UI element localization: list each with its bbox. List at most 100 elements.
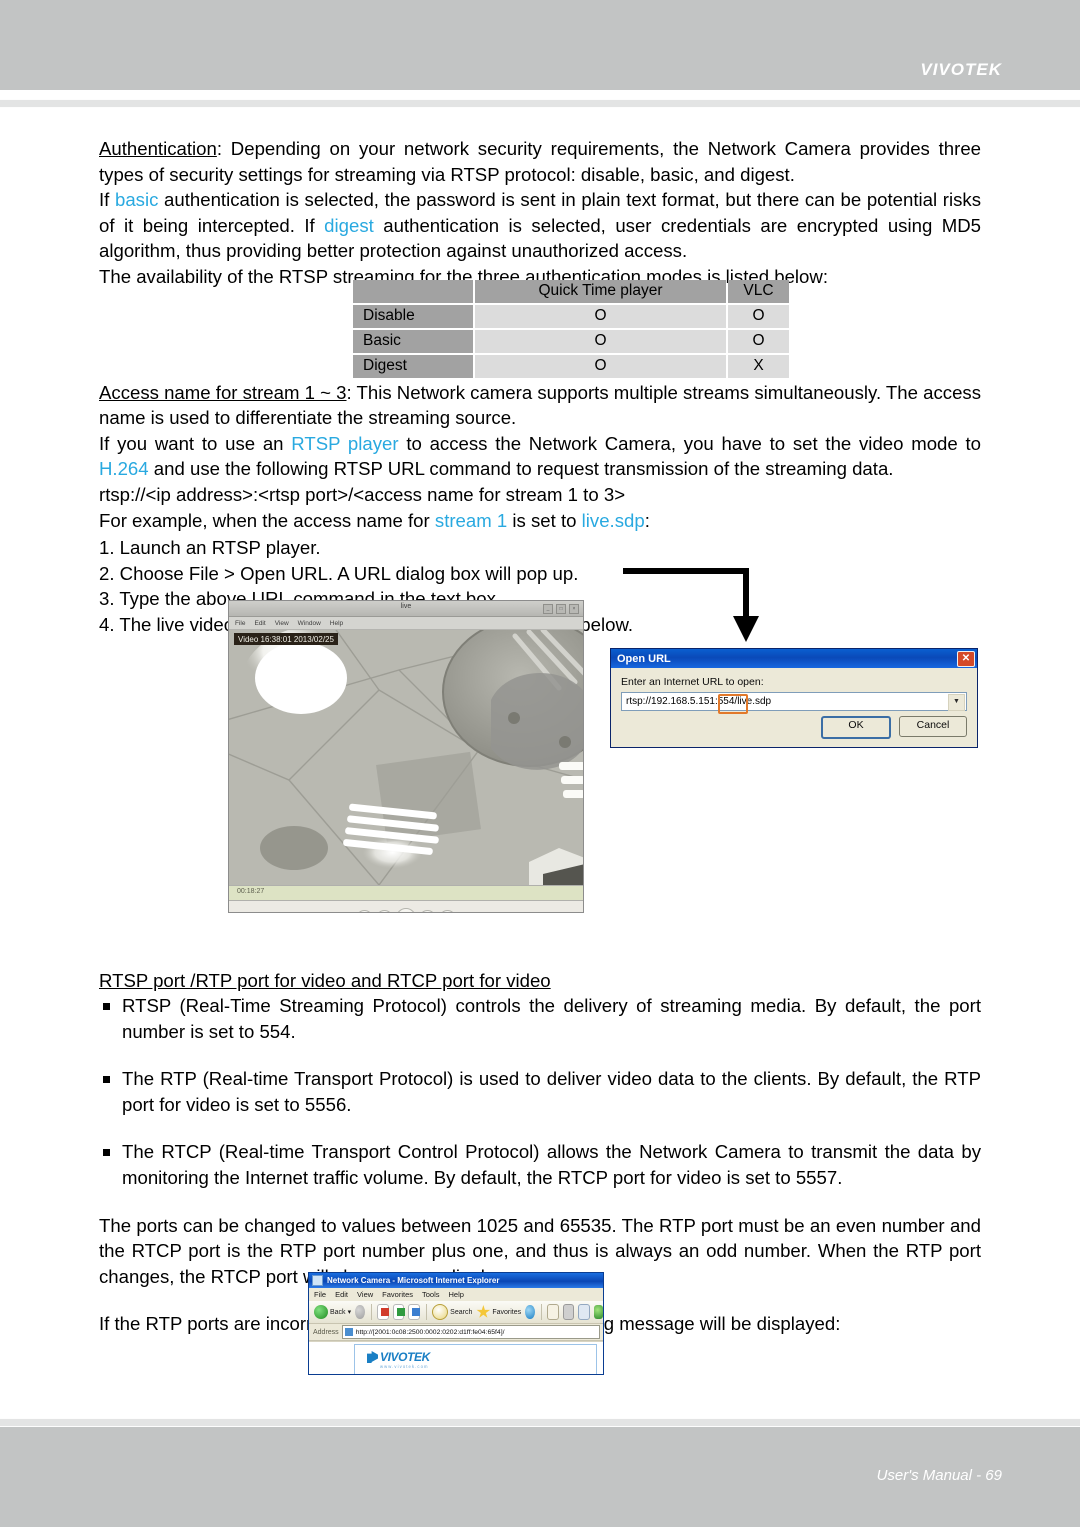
back-button[interactable]: Back ▾ bbox=[314, 1305, 351, 1319]
ie-menu-help[interactable]: Help bbox=[449, 1290, 464, 1299]
vivotek-logo: VIVOTEK www.vivotek.com bbox=[367, 1351, 430, 1369]
print-icon[interactable] bbox=[562, 1304, 575, 1320]
messenger-icon[interactable] bbox=[593, 1305, 603, 1319]
mail-icon[interactable] bbox=[547, 1304, 559, 1320]
cell-digest-quicktime: O bbox=[475, 355, 726, 378]
bullet-rtcp: The RTCP (Real-time Transport Control Pr… bbox=[99, 1139, 981, 1190]
favorites-label: Favorites bbox=[492, 1308, 522, 1316]
close-icon[interactable]: ✕ bbox=[957, 650, 975, 667]
search-label: Search bbox=[450, 1308, 473, 1316]
rtsp-availability-table: Quick Time player VLC Disable O O Basic … bbox=[351, 278, 791, 380]
url-combobox[interactable]: rtsp://192.168.5.151:554/live.sdp ▼ bbox=[621, 692, 967, 711]
access-name-paragraph: Access name for stream 1 ~ 3: This Netwo… bbox=[99, 380, 981, 431]
footer-rule bbox=[0, 1418, 1080, 1427]
example-text-b: is set to bbox=[507, 509, 582, 531]
ie-menu-tools[interactable]: Tools bbox=[422, 1290, 440, 1299]
ie-menu-favorites[interactable]: Favorites bbox=[382, 1290, 413, 1299]
edit-icon[interactable] bbox=[578, 1304, 590, 1320]
qt-scrubber[interactable]: 00:18:27 bbox=[229, 885, 583, 901]
url-input[interactable]: rtsp://192.168.5.151:554/live.sdp bbox=[622, 696, 771, 707]
ie-page-content: VIVOTEK www.vivotek.com bbox=[354, 1344, 597, 1374]
ok-button[interactable]: OK bbox=[821, 716, 891, 739]
toolbar-divider bbox=[540, 1304, 542, 1320]
ie-menu-file[interactable]: File bbox=[314, 1290, 326, 1299]
rewind-icon[interactable]: ◄◄ bbox=[376, 909, 393, 912]
chevron-down-icon[interactable]: ▼ bbox=[948, 694, 965, 711]
ie-menubar: File Edit View Favorites Tools Help bbox=[309, 1288, 603, 1301]
table-corner-cell bbox=[353, 280, 473, 303]
address-input[interactable]: http://[2001:0c08:2500:0002:0202:d1ff:fe… bbox=[341, 1325, 600, 1339]
rtsp-player-keyword: RTSP player bbox=[291, 432, 399, 454]
cell-disable-quicktime: O bbox=[475, 305, 726, 328]
livesdp-keyword: live.sdp bbox=[581, 509, 645, 531]
digest-keyword: digest bbox=[324, 214, 374, 236]
dialog-buttons: OK Cancel bbox=[821, 716, 967, 739]
search-icon bbox=[432, 1304, 449, 1320]
page-icon bbox=[344, 1328, 353, 1336]
ie-menu-edit[interactable]: Edit bbox=[335, 1290, 348, 1299]
forward-arrow-icon[interactable] bbox=[355, 1305, 365, 1319]
ie-address-bar: Address http://[2001:0c08:2500:0002:0202… bbox=[309, 1324, 603, 1341]
stop-icon[interactable] bbox=[377, 1304, 390, 1320]
qt-close-icon[interactable]: × bbox=[569, 604, 579, 614]
qt-maximize-icon[interactable]: □ bbox=[556, 604, 566, 614]
dialog-title: Open URL bbox=[617, 652, 671, 665]
qt-minimize-icon[interactable]: _ bbox=[543, 604, 553, 614]
h264-keyword: H.264 bbox=[99, 458, 149, 480]
table-row: Basic O O bbox=[353, 330, 789, 353]
bullet-rtsp-text: RTSP (Real-Time Streaming Protocol) cont… bbox=[122, 995, 981, 1042]
vivotek-logo-subtext: www.vivotek.com bbox=[380, 1364, 429, 1369]
refresh-icon[interactable] bbox=[392, 1304, 406, 1320]
chevron-down-icon[interactable]: ▾ bbox=[348, 1308, 352, 1316]
address-label: Address bbox=[313, 1328, 339, 1336]
qt-menu-help[interactable]: Help bbox=[330, 620, 343, 627]
qt-volume-knob[interactable] bbox=[286, 912, 293, 913]
favorites-button[interactable]: Favorites bbox=[476, 1305, 521, 1319]
qt-menu-window[interactable]: Window bbox=[298, 620, 321, 627]
ie-menu-view[interactable]: View bbox=[357, 1290, 373, 1299]
qt-volume-slider[interactable]: ◄ bbox=[237, 912, 293, 913]
authentication-paragraph: Authentication: Depending on your networ… bbox=[99, 136, 981, 187]
vivotek-logo-text: VIVOTEK bbox=[380, 1350, 430, 1364]
bullet-rtp: The RTP (Real-time Transport Protocol) i… bbox=[99, 1066, 981, 1117]
page-header-band bbox=[0, 0, 1080, 90]
basic-keyword: basic bbox=[114, 189, 159, 211]
qt-titlebar: live _ □ × bbox=[229, 601, 583, 617]
address-url-text: http://[2001:0c08:2500:0002:0202:d1ff:fe… bbox=[355, 1328, 505, 1336]
skip-forward-icon[interactable]: |► bbox=[439, 909, 456, 912]
skip-back-icon[interactable]: ◄| bbox=[356, 909, 373, 912]
qt-menu-edit[interactable]: Edit bbox=[254, 620, 265, 627]
url-prompt-label: Enter an Internet URL to open: bbox=[621, 676, 764, 688]
callout-arrow bbox=[620, 562, 760, 644]
back-label: Back bbox=[330, 1308, 346, 1316]
cell-disable-vlc: O bbox=[727, 305, 789, 328]
cancel-button[interactable]: Cancel bbox=[899, 716, 967, 737]
bullet-rtp-text: The RTP (Real-time Transport Protocol) i… bbox=[122, 1068, 981, 1115]
qt-menu-view[interactable]: View bbox=[275, 620, 289, 627]
back-arrow-icon bbox=[314, 1305, 328, 1319]
search-button[interactable]: Search bbox=[432, 1304, 472, 1320]
ceiling-view-image bbox=[229, 630, 583, 885]
ie-browser-screenshot: Network Camera - Microsoft Internet Expl… bbox=[308, 1272, 604, 1375]
camera-icon bbox=[367, 1351, 378, 1363]
cell-basic-quicktime: O bbox=[475, 330, 726, 353]
pause-icon[interactable]: ❚❚ bbox=[396, 908, 416, 912]
ie-window-icon bbox=[312, 1275, 323, 1286]
rtsp-url-template: rtsp://<ip address>:<rtsp port>/<access … bbox=[99, 483, 626, 505]
ie-window-title: Network Camera - Microsoft Internet Expl… bbox=[327, 1276, 500, 1285]
elbow-arrow-icon bbox=[623, 568, 759, 642]
example-text-c: : bbox=[644, 509, 650, 531]
quicktime-player-screenshot: live _ □ × File Edit View Window Help Vi… bbox=[228, 600, 584, 913]
bullet-rtcp-text: The RTCP (Real-time Transport Control Pr… bbox=[122, 1141, 981, 1189]
access-name-heading: Access name for stream 1 ~ 3 bbox=[99, 381, 347, 403]
cell-digest-vlc: X bbox=[727, 355, 789, 378]
qt-menu-file[interactable]: File bbox=[235, 620, 245, 627]
qt-window-buttons: _ □ × bbox=[543, 604, 579, 614]
home-icon[interactable] bbox=[408, 1304, 421, 1320]
media-icon[interactable] bbox=[525, 1305, 535, 1319]
step-1: 1. Launch an RTSP player. bbox=[99, 537, 321, 559]
fast-forward-icon[interactable]: ►► bbox=[419, 909, 436, 912]
table-row: Disable O O bbox=[353, 305, 789, 328]
table-row: Digest O X bbox=[353, 355, 789, 378]
qt-transport-buttons: ◄| ◄◄ ❚❚ ►► |► bbox=[356, 908, 456, 912]
